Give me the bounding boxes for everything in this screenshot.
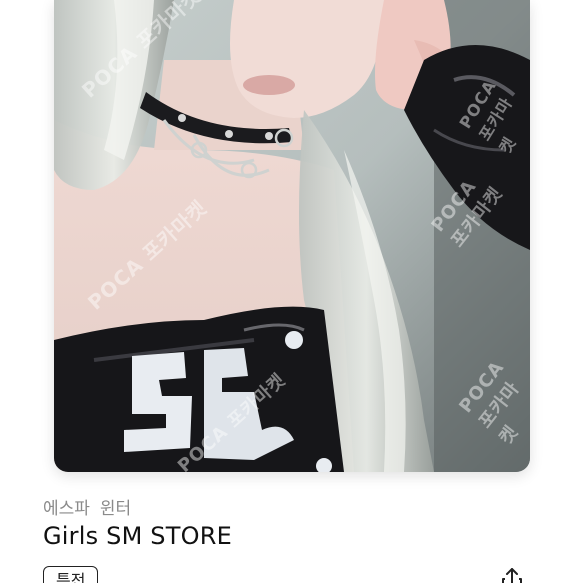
member-name: 윈터 bbox=[99, 499, 132, 519]
share-button[interactable] bbox=[498, 566, 526, 583]
photocard-image[interactable]: POCA 포카마켓 POCA 포카마켓 POCA 포카마켓 POCA 포카마켓 … bbox=[54, 0, 530, 472]
item-title: Girls SM STORE bbox=[43, 522, 232, 550]
item-category: 에스파 윈터 bbox=[43, 494, 131, 519]
product-detail-page: POCA 포카마켓 POCA 포카마켓 POCA 포카마켓 POCA 포카마켓 … bbox=[0, 0, 583, 583]
share-icon bbox=[502, 568, 522, 583]
benefit-tag: 특전 bbox=[43, 566, 99, 583]
group-name: 에스파 bbox=[43, 499, 90, 519]
